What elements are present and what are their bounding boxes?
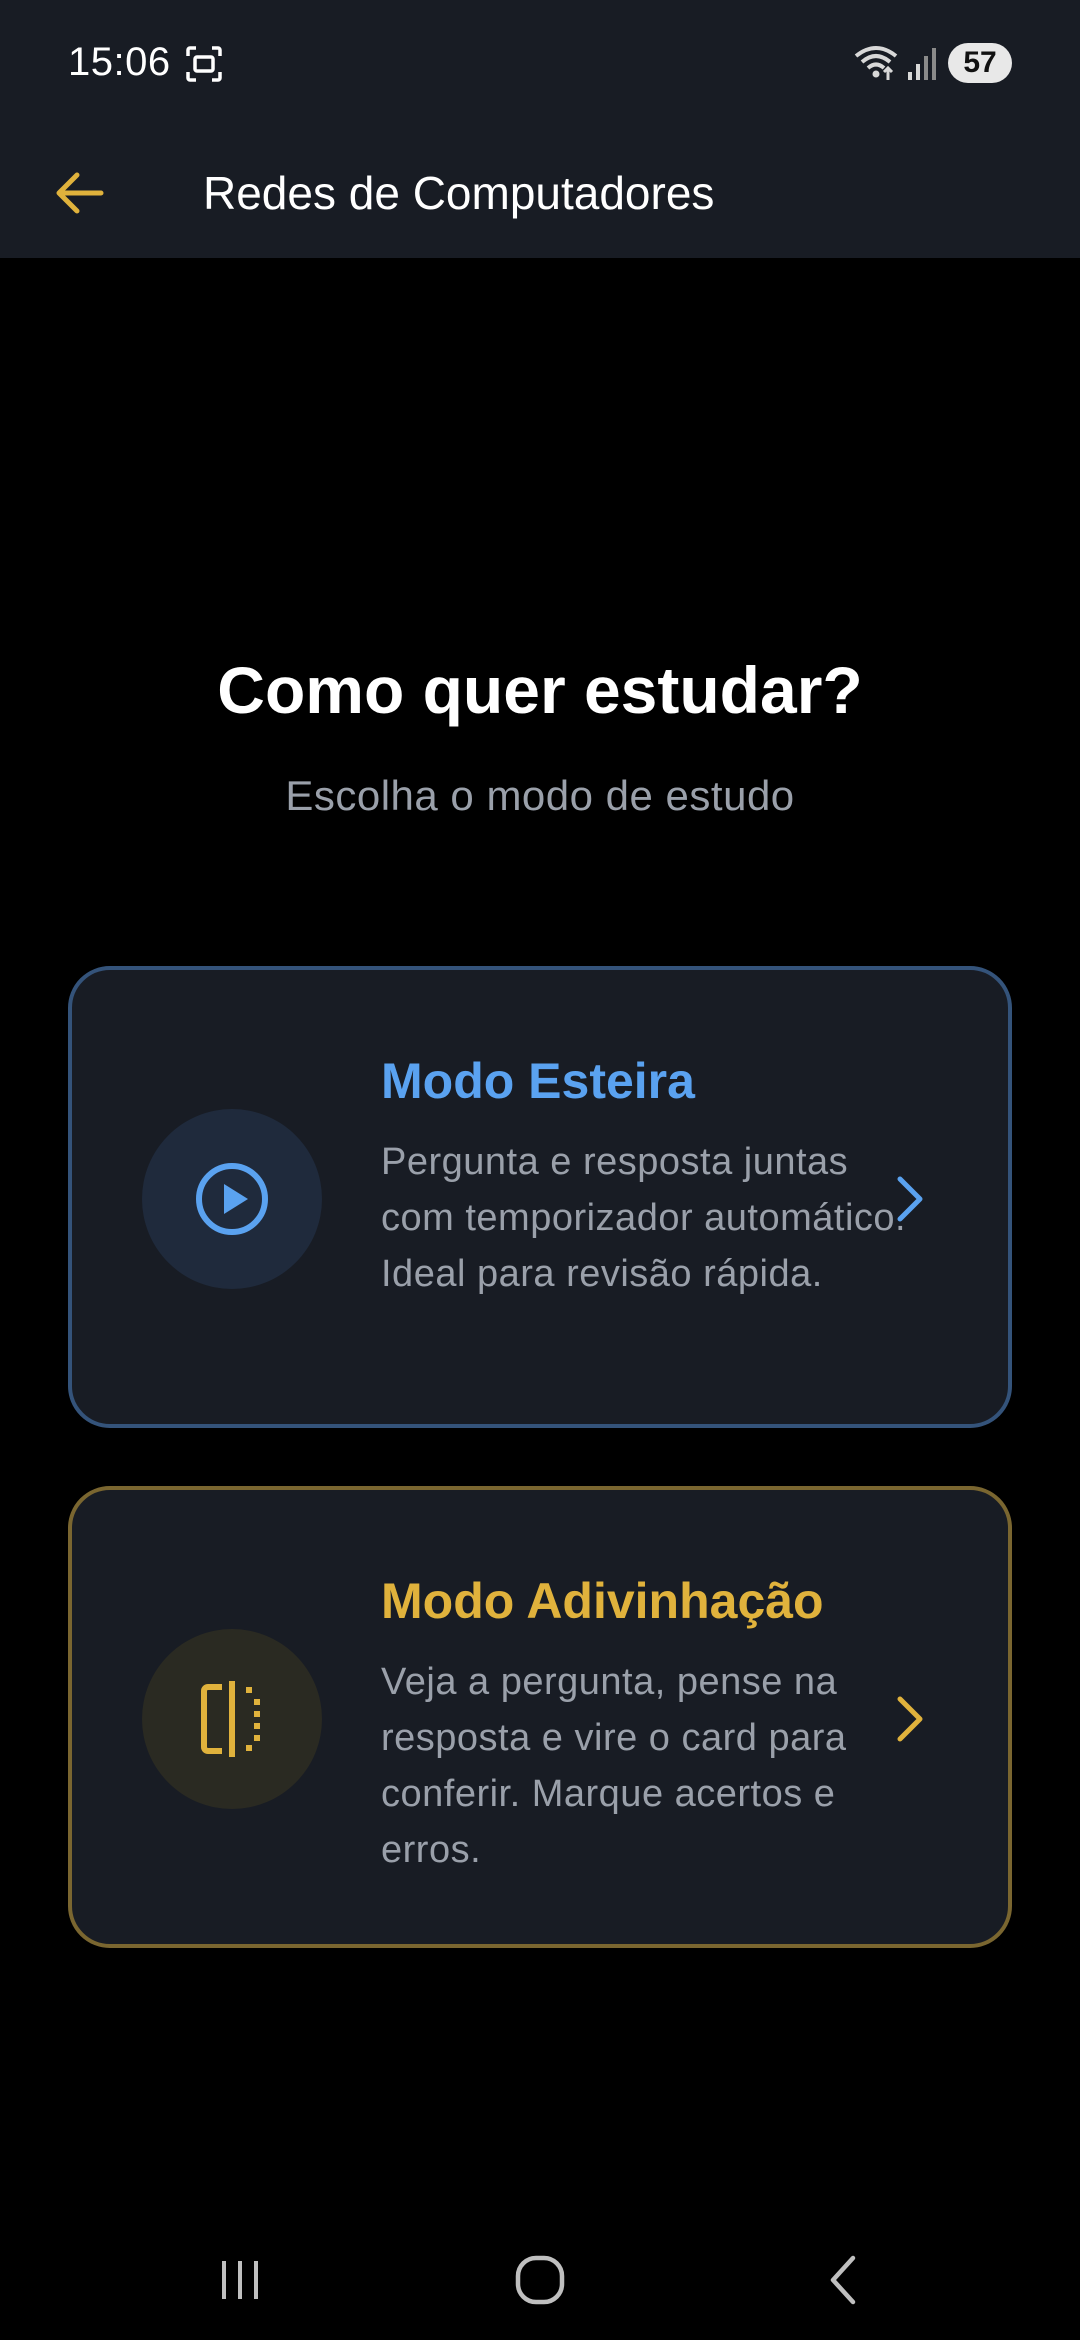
chevron-left-icon bbox=[830, 2255, 856, 2305]
home-button[interactable] bbox=[500, 2250, 580, 2310]
back-button[interactable] bbox=[44, 158, 114, 228]
recent-apps-icon bbox=[222, 2261, 258, 2299]
mode-title: Modo Adivinhação bbox=[381, 1573, 824, 1629]
chevron-right-icon bbox=[897, 1696, 923, 1742]
mode-description: Veja a pergunta, pense na resposta e vir… bbox=[381, 1661, 847, 1871]
main-subheading: Escolha o modo de estudo bbox=[285, 772, 795, 819]
play-circle-icon bbox=[196, 1163, 268, 1235]
home-icon bbox=[515, 2255, 565, 2305]
mode-card-treadmill[interactable]: Modo Esteira Pergunta e resposta juntas … bbox=[68, 966, 1012, 1428]
mode-icon-container bbox=[142, 1109, 322, 1289]
mode-icon-container bbox=[142, 1629, 322, 1809]
page-title: Redes de Computadores bbox=[203, 167, 715, 219]
status-time: 15:06 bbox=[68, 40, 171, 84]
app-bar: Redes de Computadores bbox=[0, 128, 1080, 258]
signal-icon bbox=[906, 42, 940, 82]
system-back-button[interactable] bbox=[804, 2250, 884, 2310]
wifi-icon bbox=[852, 42, 900, 82]
flip-icon bbox=[201, 1681, 260, 1757]
arrow-left-icon bbox=[56, 172, 104, 214]
mode-title: Modo Esteira bbox=[381, 1053, 695, 1109]
screenshot-icon bbox=[184, 44, 224, 84]
chevron-right-icon bbox=[897, 1176, 923, 1222]
battery-indicator: 57 bbox=[948, 43, 1012, 83]
mode-description: Pergunta e resposta juntas com temporiza… bbox=[381, 1141, 907, 1295]
mode-card-guess[interactable]: Modo Adivinhação Veja a pergunta, pense … bbox=[68, 1486, 1012, 1948]
status-bar: 15:06 57 bbox=[0, 0, 1080, 128]
system-nav-bar bbox=[0, 2220, 1080, 2340]
recent-apps-button[interactable] bbox=[200, 2250, 280, 2310]
main-heading: Como quer estudar? bbox=[217, 653, 863, 727]
